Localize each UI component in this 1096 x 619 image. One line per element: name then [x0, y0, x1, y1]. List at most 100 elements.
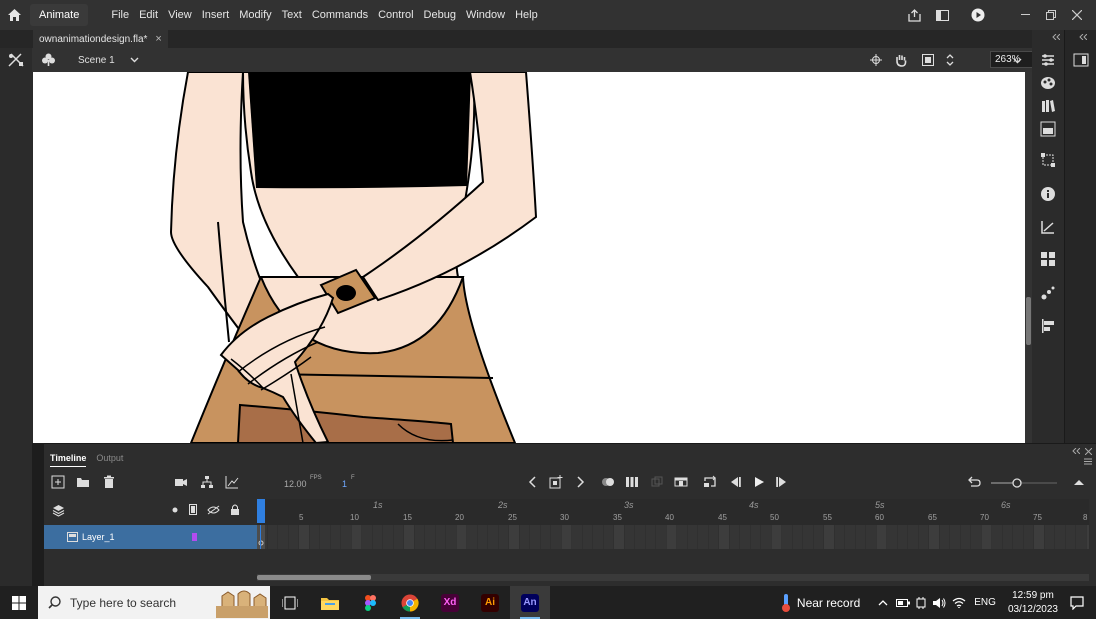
menu-debug[interactable]: Debug: [419, 0, 461, 30]
restore-button[interactable]: [1038, 7, 1064, 23]
document-tab[interactable]: ownanimationdesign.fla* ×: [33, 30, 168, 48]
graph-icon[interactable]: [225, 475, 239, 489]
current-frame[interactable]: 1: [342, 479, 347, 489]
transform-icon[interactable]: [1040, 152, 1056, 168]
frame-picker-icon[interactable]: [1073, 52, 1089, 68]
undo-zoom-icon[interactable]: [967, 475, 981, 489]
layers-icon[interactable]: [52, 504, 65, 517]
properties-icon[interactable]: [1040, 52, 1056, 68]
onion-skin-icon[interactable]: [601, 475, 615, 489]
menu-edit[interactable]: Edit: [134, 0, 163, 30]
timeline-menu-icon[interactable]: [1084, 458, 1092, 465]
loop-icon[interactable]: [703, 475, 717, 489]
highlight-layers-icon[interactable]: [172, 507, 178, 513]
close-window-button[interactable]: [1064, 7, 1090, 23]
volume-icon[interactable]: [932, 597, 946, 609]
info-icon[interactable]: [1040, 186, 1056, 202]
new-layer-icon[interactable]: [51, 475, 65, 489]
figma-button[interactable]: [350, 586, 390, 619]
prev-chevron-icon[interactable]: [526, 475, 540, 489]
step-back-icon[interactable]: [728, 475, 742, 489]
timeline-collapse-icon[interactable]: [1072, 448, 1080, 454]
stage-scroll-thumb[interactable]: [1026, 297, 1031, 345]
code-snippets-icon[interactable]: [1040, 251, 1056, 267]
play-icon[interactable]: [752, 475, 766, 489]
color-icon[interactable]: [1040, 75, 1056, 91]
battery-icon[interactable]: [896, 598, 911, 607]
close-tab-icon[interactable]: ×: [155, 33, 161, 45]
illustrator-button[interactable]: Ai: [470, 586, 510, 619]
thermometer-icon[interactable]: [781, 593, 791, 612]
file-explorer-button[interactable]: [310, 586, 350, 619]
layer-parenting-icon[interactable]: [200, 475, 214, 489]
wifi-icon[interactable]: [952, 597, 966, 608]
timeline-scroll-thumb[interactable]: [257, 575, 371, 580]
chevron-up-icon[interactable]: [878, 599, 888, 606]
assets-icon[interactable]: [1040, 121, 1056, 137]
test-movie-button[interactable]: [964, 0, 992, 30]
frame-strip[interactable]: [257, 525, 1089, 549]
fps-value[interactable]: 12.00: [284, 479, 307, 489]
workspace-button[interactable]: [928, 0, 956, 30]
components-icon[interactable]: [1040, 285, 1056, 301]
delete-icon[interactable]: [102, 475, 116, 489]
layer-name[interactable]: Layer_1: [82, 532, 115, 542]
create-tween-icon[interactable]: [674, 475, 688, 489]
edit-multiple-frames-icon[interactable]: [625, 475, 639, 489]
start-button[interactable]: [0, 586, 38, 619]
tab-timeline[interactable]: Timeline: [50, 453, 87, 467]
menu-text[interactable]: Text: [277, 0, 307, 30]
edit-symbols-button[interactable]: [42, 53, 55, 69]
timeline-close-icon[interactable]: [1085, 448, 1092, 455]
language-indicator[interactable]: ENG: [974, 597, 996, 608]
menu-view[interactable]: View: [163, 0, 197, 30]
menu-commands[interactable]: Commands: [307, 0, 373, 30]
frame-size-slider[interactable]: [989, 476, 1059, 490]
chrome-button[interactable]: [390, 586, 430, 619]
menu-file[interactable]: File: [106, 0, 134, 30]
camera-icon[interactable]: [174, 475, 188, 489]
layer-row[interactable]: Layer_1: [44, 525, 257, 549]
outline-layers-icon[interactable]: [189, 504, 197, 515]
menu-modify[interactable]: Modify: [234, 0, 276, 30]
stage-vertical-scrollbar[interactable]: [1025, 72, 1032, 443]
motion-presets-icon[interactable]: [1040, 219, 1056, 235]
insert-keyframe-icon[interactable]: [549, 475, 563, 489]
task-view-button[interactable]: [270, 586, 310, 619]
hand-icon[interactable]: [894, 53, 908, 67]
tab-output[interactable]: Output: [96, 453, 123, 467]
scene-name[interactable]: Scene 1: [78, 55, 115, 66]
align-icon[interactable]: [1040, 318, 1056, 334]
next-chevron-icon[interactable]: [573, 475, 587, 489]
zoom-dropdown-icon[interactable]: [1013, 58, 1022, 64]
weather-text[interactable]: Near record: [797, 596, 860, 610]
animate-button[interactable]: An: [510, 586, 550, 619]
frame-cells[interactable]: [257, 525, 1089, 549]
menu-window[interactable]: Window: [461, 0, 510, 30]
playhead[interactable]: [257, 499, 265, 523]
frame-ruler[interactable]: 1s 2s 3s 4s 5s 6s 5 10 15 20 25 30 35 40…: [257, 499, 1089, 525]
clock[interactable]: 12:59 pm 03/12/2023: [1008, 589, 1058, 617]
new-folder-icon[interactable]: [76, 475, 90, 489]
taskbar-search[interactable]: Type here to search: [38, 586, 270, 619]
menu-control[interactable]: Control: [373, 0, 418, 30]
device-icon[interactable]: [916, 596, 926, 609]
menu-insert[interactable]: Insert: [197, 0, 235, 30]
clip-content-icon[interactable]: [922, 54, 934, 66]
collapse-arrows-icon[interactable]: [1079, 34, 1087, 40]
center-stage-icon[interactable]: [870, 54, 882, 66]
lock-layers-icon[interactable]: [230, 504, 240, 515]
home-button[interactable]: [0, 0, 28, 30]
minimize-button[interactable]: [1012, 7, 1038, 23]
scene-dropdown-icon[interactable]: [130, 57, 139, 63]
stage-canvas[interactable]: [33, 72, 1025, 443]
collapse-timeline-icon[interactable]: [1072, 475, 1086, 489]
tools-button[interactable]: [8, 53, 24, 70]
library-icon[interactable]: [1040, 98, 1056, 114]
adobe-xd-button[interactable]: Xd: [430, 586, 470, 619]
layer-color-icon[interactable]: [192, 533, 197, 541]
publish-button[interactable]: [900, 0, 928, 30]
collapse-arrows-icon[interactable]: [1052, 34, 1060, 40]
frames-area[interactable]: 1s 2s 3s 4s 5s 6s 5 10 15 20 25 30 35 40…: [257, 499, 1089, 549]
hide-layers-icon[interactable]: [207, 505, 220, 515]
